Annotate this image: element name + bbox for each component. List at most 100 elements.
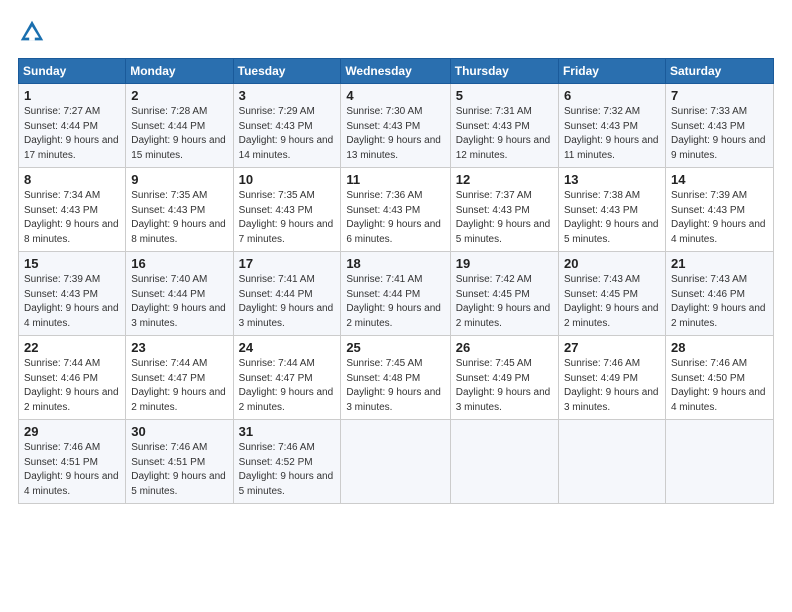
day-cell: 2 Sunrise: 7:28 AMSunset: 4:44 PMDayligh…	[126, 84, 233, 168]
day-cell	[341, 420, 450, 504]
day-number: 1	[24, 88, 120, 103]
day-number: 22	[24, 340, 120, 355]
weekday-wednesday: Wednesday	[341, 59, 450, 84]
day-detail: Sunrise: 7:41 AMSunset: 4:44 PMDaylight:…	[346, 274, 441, 329]
day-detail: Sunrise: 7:40 AMSunset: 4:44 PMDaylight:…	[131, 274, 226, 329]
day-cell: 22 Sunrise: 7:44 AMSunset: 4:46 PMDaylig…	[19, 336, 126, 420]
day-number: 11	[346, 172, 444, 187]
logo	[18, 18, 50, 46]
day-number: 15	[24, 256, 120, 271]
day-number: 6	[564, 88, 660, 103]
day-cell: 30 Sunrise: 7:46 AMSunset: 4:51 PMDaylig…	[126, 420, 233, 504]
day-detail: Sunrise: 7:31 AMSunset: 4:43 PMDaylight:…	[456, 106, 551, 161]
day-number: 29	[24, 424, 120, 439]
day-number: 14	[671, 172, 768, 187]
week-row-2: 8 Sunrise: 7:34 AMSunset: 4:43 PMDayligh…	[19, 168, 774, 252]
day-number: 25	[346, 340, 444, 355]
day-cell: 13 Sunrise: 7:38 AMSunset: 4:43 PMDaylig…	[558, 168, 665, 252]
day-cell: 18 Sunrise: 7:41 AMSunset: 4:44 PMDaylig…	[341, 252, 450, 336]
day-number: 28	[671, 340, 768, 355]
day-cell: 31 Sunrise: 7:46 AMSunset: 4:52 PMDaylig…	[233, 420, 341, 504]
day-detail: Sunrise: 7:33 AMSunset: 4:43 PMDaylight:…	[671, 106, 766, 161]
day-number: 24	[239, 340, 336, 355]
day-detail: Sunrise: 7:39 AMSunset: 4:43 PMDaylight:…	[24, 274, 119, 329]
day-number: 8	[24, 172, 120, 187]
day-detail: Sunrise: 7:27 AMSunset: 4:44 PMDaylight:…	[24, 106, 119, 161]
weekday-monday: Monday	[126, 59, 233, 84]
day-cell: 16 Sunrise: 7:40 AMSunset: 4:44 PMDaylig…	[126, 252, 233, 336]
week-row-5: 29 Sunrise: 7:46 AMSunset: 4:51 PMDaylig…	[19, 420, 774, 504]
day-detail: Sunrise: 7:32 AMSunset: 4:43 PMDaylight:…	[564, 106, 659, 161]
day-number: 2	[131, 88, 227, 103]
day-cell: 8 Sunrise: 7:34 AMSunset: 4:43 PMDayligh…	[19, 168, 126, 252]
day-cell: 26 Sunrise: 7:45 AMSunset: 4:49 PMDaylig…	[450, 336, 558, 420]
day-number: 23	[131, 340, 227, 355]
day-cell: 28 Sunrise: 7:46 AMSunset: 4:50 PMDaylig…	[665, 336, 773, 420]
day-detail: Sunrise: 7:46 AMSunset: 4:51 PMDaylight:…	[131, 442, 226, 497]
day-detail: Sunrise: 7:44 AMSunset: 4:46 PMDaylight:…	[24, 358, 119, 413]
day-cell: 15 Sunrise: 7:39 AMSunset: 4:43 PMDaylig…	[19, 252, 126, 336]
weekday-header-row: SundayMondayTuesdayWednesdayThursdayFrid…	[19, 59, 774, 84]
day-detail: Sunrise: 7:35 AMSunset: 4:43 PMDaylight:…	[239, 190, 334, 245]
day-detail: Sunrise: 7:36 AMSunset: 4:43 PMDaylight:…	[346, 190, 441, 245]
day-detail: Sunrise: 7:46 AMSunset: 4:51 PMDaylight:…	[24, 442, 119, 497]
day-cell: 1 Sunrise: 7:27 AMSunset: 4:44 PMDayligh…	[19, 84, 126, 168]
day-cell: 9 Sunrise: 7:35 AMSunset: 4:43 PMDayligh…	[126, 168, 233, 252]
day-cell: 29 Sunrise: 7:46 AMSunset: 4:51 PMDaylig…	[19, 420, 126, 504]
day-detail: Sunrise: 7:39 AMSunset: 4:43 PMDaylight:…	[671, 190, 766, 245]
day-cell: 3 Sunrise: 7:29 AMSunset: 4:43 PMDayligh…	[233, 84, 341, 168]
day-cell: 14 Sunrise: 7:39 AMSunset: 4:43 PMDaylig…	[665, 168, 773, 252]
day-number: 18	[346, 256, 444, 271]
day-number: 16	[131, 256, 227, 271]
day-cell: 7 Sunrise: 7:33 AMSunset: 4:43 PMDayligh…	[665, 84, 773, 168]
day-number: 12	[456, 172, 553, 187]
page: SundayMondayTuesdayWednesdayThursdayFrid…	[0, 0, 792, 612]
day-number: 27	[564, 340, 660, 355]
day-detail: Sunrise: 7:29 AMSunset: 4:43 PMDaylight:…	[239, 106, 334, 161]
day-detail: Sunrise: 7:43 AMSunset: 4:45 PMDaylight:…	[564, 274, 659, 329]
day-detail: Sunrise: 7:46 AMSunset: 4:52 PMDaylight:…	[239, 442, 334, 497]
day-number: 30	[131, 424, 227, 439]
day-cell	[558, 420, 665, 504]
day-cell: 23 Sunrise: 7:44 AMSunset: 4:47 PMDaylig…	[126, 336, 233, 420]
day-number: 19	[456, 256, 553, 271]
day-detail: Sunrise: 7:38 AMSunset: 4:43 PMDaylight:…	[564, 190, 659, 245]
day-detail: Sunrise: 7:44 AMSunset: 4:47 PMDaylight:…	[131, 358, 226, 413]
day-detail: Sunrise: 7:46 AMSunset: 4:49 PMDaylight:…	[564, 358, 659, 413]
day-detail: Sunrise: 7:43 AMSunset: 4:46 PMDaylight:…	[671, 274, 766, 329]
day-number: 13	[564, 172, 660, 187]
day-cell: 21 Sunrise: 7:43 AMSunset: 4:46 PMDaylig…	[665, 252, 773, 336]
day-cell: 4 Sunrise: 7:30 AMSunset: 4:43 PMDayligh…	[341, 84, 450, 168]
day-detail: Sunrise: 7:45 AMSunset: 4:49 PMDaylight:…	[456, 358, 551, 413]
day-detail: Sunrise: 7:46 AMSunset: 4:50 PMDaylight:…	[671, 358, 766, 413]
day-number: 26	[456, 340, 553, 355]
day-detail: Sunrise: 7:28 AMSunset: 4:44 PMDaylight:…	[131, 106, 226, 161]
day-number: 9	[131, 172, 227, 187]
weekday-thursday: Thursday	[450, 59, 558, 84]
day-detail: Sunrise: 7:30 AMSunset: 4:43 PMDaylight:…	[346, 106, 441, 161]
day-number: 21	[671, 256, 768, 271]
day-cell: 12 Sunrise: 7:37 AMSunset: 4:43 PMDaylig…	[450, 168, 558, 252]
day-detail: Sunrise: 7:34 AMSunset: 4:43 PMDaylight:…	[24, 190, 119, 245]
day-cell: 17 Sunrise: 7:41 AMSunset: 4:44 PMDaylig…	[233, 252, 341, 336]
day-detail: Sunrise: 7:37 AMSunset: 4:43 PMDaylight:…	[456, 190, 551, 245]
day-number: 5	[456, 88, 553, 103]
day-detail: Sunrise: 7:45 AMSunset: 4:48 PMDaylight:…	[346, 358, 441, 413]
day-cell: 19 Sunrise: 7:42 AMSunset: 4:45 PMDaylig…	[450, 252, 558, 336]
day-cell	[665, 420, 773, 504]
day-cell: 25 Sunrise: 7:45 AMSunset: 4:48 PMDaylig…	[341, 336, 450, 420]
day-number: 10	[239, 172, 336, 187]
calendar-table: SundayMondayTuesdayWednesdayThursdayFrid…	[18, 58, 774, 504]
day-cell: 6 Sunrise: 7:32 AMSunset: 4:43 PMDayligh…	[558, 84, 665, 168]
week-row-4: 22 Sunrise: 7:44 AMSunset: 4:46 PMDaylig…	[19, 336, 774, 420]
day-detail: Sunrise: 7:42 AMSunset: 4:45 PMDaylight:…	[456, 274, 551, 329]
day-cell: 20 Sunrise: 7:43 AMSunset: 4:45 PMDaylig…	[558, 252, 665, 336]
day-detail: Sunrise: 7:41 AMSunset: 4:44 PMDaylight:…	[239, 274, 334, 329]
day-number: 31	[239, 424, 336, 439]
day-cell: 27 Sunrise: 7:46 AMSunset: 4:49 PMDaylig…	[558, 336, 665, 420]
week-row-3: 15 Sunrise: 7:39 AMSunset: 4:43 PMDaylig…	[19, 252, 774, 336]
weekday-saturday: Saturday	[665, 59, 773, 84]
day-cell: 11 Sunrise: 7:36 AMSunset: 4:43 PMDaylig…	[341, 168, 450, 252]
day-number: 3	[239, 88, 336, 103]
day-number: 7	[671, 88, 768, 103]
